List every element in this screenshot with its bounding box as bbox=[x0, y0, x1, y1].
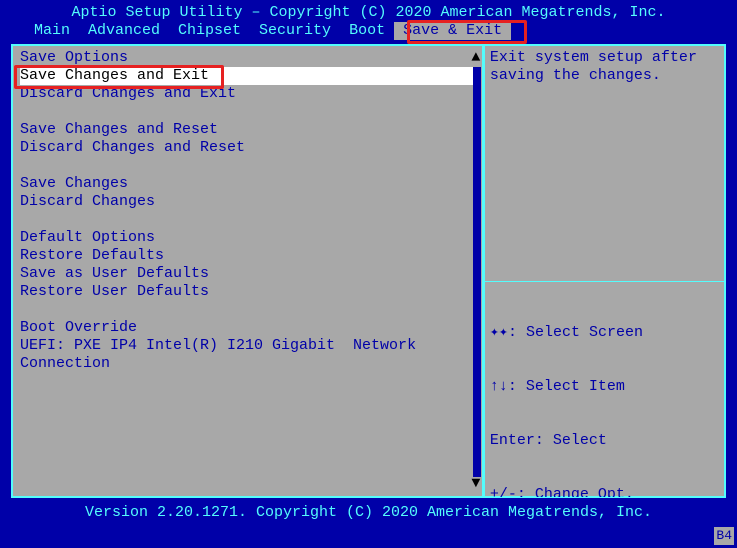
hint-enter-select: Enter: Select bbox=[490, 432, 719, 450]
item-save-changes[interactable]: Save Changes bbox=[20, 175, 475, 193]
item-discard-changes-and-reset[interactable]: Discard Changes and Reset bbox=[20, 139, 475, 157]
left-panel: Save Options Save Changes and Exit Disca… bbox=[11, 44, 483, 498]
item-uefi-pxe-network[interactable]: UEFI: PXE IP4 Intel(R) I210 Gigabit Netw… bbox=[20, 337, 450, 373]
item-restore-user-defaults[interactable]: Restore User Defaults bbox=[20, 283, 475, 301]
tab-boot[interactable]: Boot bbox=[340, 22, 394, 40]
item-save-changes-and-exit[interactable]: Save Changes and Exit bbox=[20, 67, 475, 85]
scrollbar-track[interactable] bbox=[473, 67, 481, 477]
corner-badge: B4 bbox=[714, 527, 734, 545]
tab-advanced[interactable]: Advanced bbox=[79, 22, 169, 40]
help-text: Exit system setup after saving the chang… bbox=[490, 49, 719, 281]
section-default-options: Default Options bbox=[20, 229, 475, 247]
right-panel: Exit system setup after saving the chang… bbox=[483, 44, 726, 498]
item-restore-defaults[interactable]: Restore Defaults bbox=[20, 247, 475, 265]
title-bar: Aptio Setup Utility – Copyright (C) 2020… bbox=[3, 3, 734, 22]
scroll-up-icon[interactable]: ▲ bbox=[471, 49, 481, 67]
hint-select-item: ↑↓: Select Item bbox=[490, 378, 719, 396]
hint-select-screen: ✦✦: Select Screen bbox=[490, 324, 719, 342]
item-discard-changes[interactable]: Discard Changes bbox=[20, 193, 475, 211]
bios-screen: Aptio Setup Utility – Copyright (C) 2020… bbox=[0, 0, 737, 548]
section-boot-override: Boot Override bbox=[20, 319, 475, 337]
panel-area: Save Options Save Changes and Exit Disca… bbox=[11, 44, 726, 498]
item-save-as-user-defaults[interactable]: Save as User Defaults bbox=[20, 265, 475, 283]
tab-bar: Main Advanced Chipset Security Boot Save… bbox=[3, 22, 734, 40]
tab-security[interactable]: Security bbox=[250, 22, 340, 40]
footer-text: Version 2.20.1271. Copyright (C) 2020 Am… bbox=[3, 498, 734, 522]
scroll-down-icon[interactable]: ▼ bbox=[471, 475, 481, 493]
hint-change-opt: +/-: Change Opt. bbox=[490, 486, 719, 498]
tab-main[interactable]: Main bbox=[25, 22, 79, 40]
item-discard-changes-and-exit[interactable]: Discard Changes and Exit bbox=[20, 85, 475, 103]
tab-chipset[interactable]: Chipset bbox=[169, 22, 250, 40]
keyhints: ✦✦: Select Screen ↑↓: Select Item Enter:… bbox=[490, 288, 719, 498]
tab-save-exit[interactable]: Save & Exit bbox=[394, 22, 511, 40]
item-save-changes-and-reset[interactable]: Save Changes and Reset bbox=[20, 121, 475, 139]
section-save-options: Save Options bbox=[20, 49, 475, 67]
